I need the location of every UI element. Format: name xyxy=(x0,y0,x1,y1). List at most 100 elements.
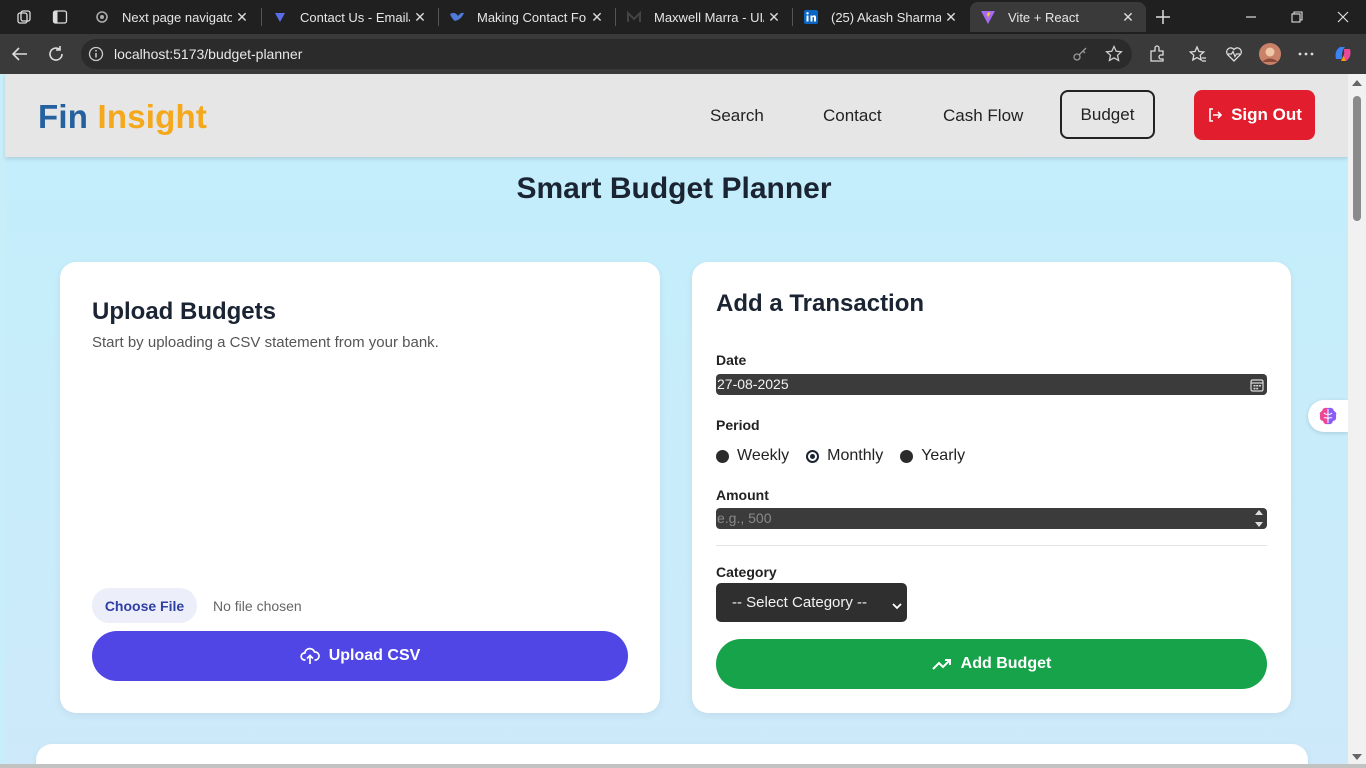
cloud-upload-icon xyxy=(300,647,320,664)
close-tab-icon[interactable]: ✕ xyxy=(1118,7,1138,27)
page-scrollbar[interactable] xyxy=(1348,74,1366,768)
tab-next-page-navigator[interactable]: Next page navigator c ✕ xyxy=(84,2,260,32)
nav-search[interactable]: Search xyxy=(710,106,764,126)
radio-weekly-circle[interactable] xyxy=(716,449,729,463)
radio-yearly-label: Yearly xyxy=(921,447,966,464)
chevron-down-icon xyxy=(892,597,902,614)
add-budget-label: Add Budget xyxy=(960,655,1052,672)
close-tab-icon[interactable]: ✕ xyxy=(764,7,784,27)
upload-subtitle: Start by uploading a CSV statement from … xyxy=(92,334,439,351)
vite-icon xyxy=(980,9,996,25)
scroll-up-arrow-icon[interactable] xyxy=(1352,80,1362,86)
add-transaction-card: Add a Transaction Date 27-08-2025 Period… xyxy=(692,262,1291,713)
workspaces-icon[interactable] xyxy=(14,7,34,27)
calendar-icon[interactable] xyxy=(1250,377,1264,392)
brand-insight: Insight xyxy=(97,98,208,135)
amount-input[interactable]: e.g., 500 xyxy=(716,508,1267,529)
tab-maxwell-marra[interactable]: Maxwell Marra - UI/U ✕ xyxy=(616,2,792,32)
browser-toolbar: localhost:5173/budget-planner xyxy=(0,34,1366,74)
radio-monthly-label: Monthly xyxy=(827,447,884,464)
nav-budget-label: Budget xyxy=(1080,104,1135,124)
no-file-chosen-text: No file chosen xyxy=(213,598,302,614)
choose-file-button[interactable]: Choose File xyxy=(92,588,197,623)
category-select[interactable]: -- Select Category -- xyxy=(716,583,907,622)
nav-contact[interactable]: Contact xyxy=(823,106,882,126)
sign-out-button[interactable]: Sign Out xyxy=(1194,90,1315,140)
site-info-icon[interactable] xyxy=(88,46,104,62)
tab-title: Making Contact Form xyxy=(477,9,587,25)
category-selected-value: -- Select Category -- xyxy=(732,594,868,611)
emailjs-icon xyxy=(272,9,288,25)
close-tab-icon[interactable]: ✕ xyxy=(232,7,252,27)
close-window-icon[interactable] xyxy=(1320,0,1366,34)
new-tab-icon[interactable] xyxy=(1153,7,1173,27)
radio-monthly-circle[interactable] xyxy=(806,449,820,463)
ai-assistant-brain-icon[interactable] xyxy=(1308,400,1348,432)
tab-contact-us-emailjs[interactable]: Contact Us - EmailJS ✕ xyxy=(262,2,438,32)
taskbar-edge xyxy=(0,764,1366,768)
browser-tab-strip: Next page navigator c ✕ Contact Us - Ema… xyxy=(0,0,1366,34)
sign-out-label: Sign Out xyxy=(1231,105,1302,124)
period-label: Period xyxy=(716,417,760,433)
back-icon[interactable] xyxy=(8,42,32,66)
profile-avatar[interactable] xyxy=(1258,42,1282,66)
tab-linkedin-akash-sharma[interactable]: (25) Akash Sharma | Li ✕ xyxy=(793,2,969,32)
stepper-down-icon[interactable] xyxy=(1255,522,1263,527)
amount-label: Amount xyxy=(716,487,769,503)
radio-weekly-label: Weekly xyxy=(737,447,790,464)
url-text: localhost:5173/budget-planner xyxy=(114,46,303,62)
upload-budgets-card: Upload Budgets Start by uploading a CSV … xyxy=(60,262,660,713)
refresh-icon[interactable] xyxy=(44,42,68,66)
trending-up-icon xyxy=(931,659,951,670)
restore-icon[interactable] xyxy=(1274,0,1320,34)
minimize-icon[interactable] xyxy=(1228,0,1274,34)
radio-yearly[interactable]: Yearly xyxy=(900,447,965,465)
brand-fin: Fin xyxy=(38,98,89,135)
linkedin-icon xyxy=(803,9,819,25)
amount-stepper[interactable] xyxy=(1254,510,1264,527)
date-value: 27-08-2025 xyxy=(717,376,789,392)
close-tab-icon[interactable]: ✕ xyxy=(410,7,430,27)
bird-icon xyxy=(449,9,465,25)
scrollbar-thumb[interactable] xyxy=(1353,96,1361,221)
stepper-up-icon[interactable] xyxy=(1255,510,1263,515)
nav-budget[interactable]: Budget xyxy=(1060,90,1155,139)
tab-title: Next page navigator c xyxy=(122,9,232,25)
close-tab-icon[interactable]: ✕ xyxy=(587,7,607,27)
browser-essentials-icon[interactable] xyxy=(1222,42,1246,66)
sign-out-icon xyxy=(1209,108,1223,122)
copilot-icon[interactable] xyxy=(1331,42,1355,66)
tab-vite-react[interactable]: Vite + React ✕ xyxy=(970,2,1146,32)
close-tab-icon[interactable]: ✕ xyxy=(941,7,961,27)
key-icon[interactable] xyxy=(1072,46,1088,67)
radio-weekly[interactable]: Weekly xyxy=(716,447,789,465)
tab-title: Vite + React xyxy=(1008,9,1079,25)
upload-title: Upload Budgets xyxy=(92,298,276,325)
more-menu-icon[interactable] xyxy=(1294,42,1318,66)
date-input[interactable]: 27-08-2025 xyxy=(716,374,1267,395)
vertical-tabs-icon[interactable] xyxy=(50,7,70,27)
address-bar[interactable]: localhost:5173/budget-planner xyxy=(81,39,1132,69)
radio-yearly-circle[interactable] xyxy=(900,449,914,463)
upload-csv-label: Upload CSV xyxy=(328,647,421,664)
transaction-title: Add a Transaction xyxy=(716,290,925,317)
nav-cash-flow[interactable]: Cash Flow xyxy=(943,106,1023,126)
brand-logo[interactable]: Fin Insight xyxy=(38,98,207,136)
tab-making-contact-form[interactable]: Making Contact Form ✕ xyxy=(439,2,615,32)
gear-icon xyxy=(94,9,110,25)
favorites-icon[interactable] xyxy=(1186,42,1210,66)
m-logo-icon xyxy=(626,9,642,25)
add-budget-button[interactable]: Add Budget xyxy=(716,639,1267,689)
page-viewport: Fin Insight Search Contact Cash Flow Bud… xyxy=(0,74,1366,768)
radio-monthly[interactable]: Monthly xyxy=(806,447,883,465)
upload-csv-button[interactable]: Upload CSV xyxy=(92,631,628,681)
form-divider xyxy=(716,545,1267,546)
date-label: Date xyxy=(716,352,747,368)
amount-placeholder: e.g., 500 xyxy=(717,510,772,526)
scroll-down-arrow-icon[interactable] xyxy=(1352,754,1362,760)
tab-title: (25) Akash Sharma | Li xyxy=(831,9,941,25)
favorite-star-icon[interactable] xyxy=(1105,44,1123,68)
page-title: Smart Budget Planner xyxy=(516,172,832,205)
extensions-icon[interactable] xyxy=(1145,42,1169,66)
choose-file-label: Choose File xyxy=(104,597,185,614)
